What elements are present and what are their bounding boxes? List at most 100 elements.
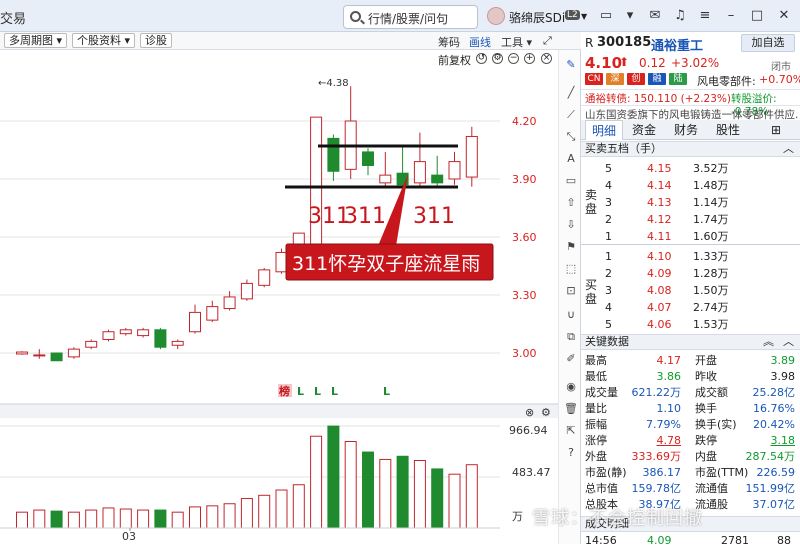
- help-icon[interactable]: ?: [564, 446, 578, 460]
- up-arrow-tool-icon[interactable]: ⇧: [564, 196, 578, 210]
- sector-label[interactable]: 风电零部件:: [697, 73, 756, 89]
- tab-finance[interactable]: 财务: [667, 120, 705, 140]
- candle-body-10: [189, 311, 201, 333]
- volume-bar-0: [16, 511, 28, 529]
- menu-icon[interactable]: ≡: [697, 9, 713, 23]
- tick-row: 14:56 4.09 2781 88: [581, 534, 800, 547]
- volume-bar-15: [275, 489, 288, 529]
- desc-row: 山东国资委旗下的风电锻铸造一体零部件供应...: [581, 105, 800, 121]
- minimize-icon[interactable]: –: [723, 9, 739, 23]
- avatar[interactable]: [487, 7, 505, 25]
- keydata-8-0: 总市值: [585, 482, 618, 495]
- date-label: 03: [122, 530, 136, 543]
- text-tool-icon[interactable]: A: [564, 152, 578, 166]
- buy-price-2: 4.08: [647, 284, 672, 297]
- zoom-out-icon[interactable]: −: [508, 53, 519, 64]
- stock-info-dropdown[interactable]: 个股资料 ▾: [72, 33, 136, 48]
- line-tool-icon[interactable]: ╱: [564, 86, 578, 100]
- kline-chart[interactable]: 4.20 3.90 3.60 3.30 3.00 ⊗ ⚙ ←4.38 311 311 311 311怀…: [0, 66, 558, 544]
- period-dropdown[interactable]: 多周期图 ▾: [4, 33, 68, 48]
- eye-icon[interactable]: ◉: [564, 380, 578, 394]
- sell-level-1: 4: [605, 179, 612, 192]
- close-chart-icon[interactable]: ×: [541, 53, 552, 64]
- top-bar: 交易 行情/股票/问句 骆绵辰SDi L2 ▼ ▭ ▾ ✉ ♫ ≡ – □ ✕: [0, 0, 800, 32]
- buy-level-2: 3: [605, 284, 612, 297]
- buy-volume-0: 1.33万: [693, 250, 729, 263]
- username[interactable]: 骆绵辰SDi: [509, 9, 565, 26]
- last-price: 4.10: [585, 54, 623, 72]
- tools-dropdown[interactable]: 工具 ▾: [501, 34, 532, 50]
- copy-icon[interactable]: ⧉: [564, 330, 578, 344]
- stock-tag-4: 陆: [669, 73, 687, 85]
- candle-body-14: [258, 269, 271, 286]
- annotation-number-1: 311: [344, 204, 386, 229]
- volume-bar-26: [465, 464, 478, 529]
- close-icon[interactable]: ✕: [776, 9, 792, 23]
- sell-volume-1: 1.48万: [693, 179, 729, 192]
- keydata-title: 关键数据: [585, 335, 629, 348]
- candle-body-25: [448, 161, 461, 180]
- tab-more-icon[interactable]: ⊞: [757, 120, 795, 140]
- orderbook-divider: [581, 244, 800, 245]
- sell-volume-3: 1.74万: [693, 213, 729, 226]
- collapse-icon-2[interactable]: ︿: [783, 335, 794, 349]
- price-tool-icon[interactable]: ⊡: [564, 284, 578, 298]
- close-volume-icon: ⊗: [525, 406, 534, 419]
- tab-profile[interactable]: 股性: [709, 120, 747, 140]
- sector-pct: +0.70%: [759, 73, 800, 86]
- tick-vol: 2781: [721, 534, 749, 547]
- magnet-icon[interactable]: ∪: [564, 308, 578, 322]
- chips-button[interactable]: 筹码: [438, 34, 460, 50]
- tab-detail[interactable]: 明细: [585, 120, 623, 140]
- bell-icon[interactable]: ♫: [672, 9, 688, 23]
- down-arrow-tool-icon[interactable]: ⇩: [564, 218, 578, 232]
- candle-body-21: [379, 174, 392, 184]
- search-input[interactable]: 行情/股票/问句: [343, 5, 478, 29]
- zoom-in-icon[interactable]: +: [524, 53, 535, 64]
- settings-icon[interactable]: ⚙: [492, 53, 503, 64]
- pin-icon[interactable]: ✎: [564, 58, 578, 72]
- keydata-0-3: 3.89: [770, 354, 796, 367]
- screen-icon[interactable]: ▭: [598, 9, 614, 23]
- volume-bar-9: [171, 511, 184, 529]
- volume-bar-20: [362, 451, 374, 529]
- expand-icon[interactable]: ⤢: [543, 34, 552, 48]
- diagnose-button[interactable]: 诊股: [140, 33, 172, 48]
- price-row: 4.10 ⬆ 0.12 +3.02% 闭市: [581, 54, 800, 73]
- volume-bar-16: [292, 484, 305, 529]
- candle-body-8: [154, 329, 167, 348]
- mail-icon[interactable]: ✉: [647, 9, 663, 23]
- delete-icon[interactable]: 🗑: [564, 402, 578, 416]
- pen-icon[interactable]: ✐: [564, 352, 578, 366]
- chevron-down-icon[interactable]: ▼: [581, 12, 587, 21]
- volume-header-bar: [0, 404, 558, 418]
- candle-body-17: [310, 116, 323, 253]
- collapse-icon[interactable]: ︿: [783, 142, 794, 156]
- restore-icon[interactable]: ↺: [476, 53, 487, 64]
- share-icon[interactable]: ⇱: [564, 424, 578, 438]
- flag-tool-icon[interactable]: ⚑: [564, 240, 578, 254]
- shirt-icon[interactable]: ▾: [622, 9, 638, 23]
- maximize-icon[interactable]: □: [749, 9, 765, 23]
- buy-label: 买盘: [585, 278, 598, 306]
- comment-tool-icon[interactable]: ▭: [564, 174, 578, 188]
- rect-tool-icon[interactable]: ⬚: [564, 262, 578, 276]
- tab-funds[interactable]: 资金: [625, 120, 663, 140]
- draw-button[interactable]: 画线: [469, 34, 491, 50]
- stock-tag-3: 融: [648, 73, 666, 85]
- candle-body-7: [137, 329, 150, 337]
- candle-body-5: [102, 331, 115, 340]
- keydata-7-1: 386.17: [642, 466, 682, 479]
- keydata-5-1: 4.78: [656, 434, 682, 447]
- keydata-6-2: 内盘: [695, 450, 717, 463]
- volume-tick-2: 万: [512, 510, 523, 523]
- bond-row: 通裕转债: 150.110 (+2.23%) 转股溢价: -0.78%: [581, 89, 800, 118]
- ray-tool-icon[interactable]: ⟋: [564, 108, 578, 122]
- kline-svg[interactable]: 4.203.903.603.303.00⊗ ⚙←4.38311311 311311怀…: [0, 66, 558, 544]
- bond-info[interactable]: 通裕转债: 150.110 (+2.23%): [585, 91, 731, 106]
- volume-tick-1: 483.47: [512, 466, 551, 479]
- segment-tool-icon[interactable]: ⤡: [564, 130, 578, 144]
- expand-up-icon[interactable]: ︽: [763, 335, 774, 349]
- price-tick-3: 3.30: [512, 289, 537, 302]
- add-watchlist-button[interactable]: 加自选: [741, 34, 795, 52]
